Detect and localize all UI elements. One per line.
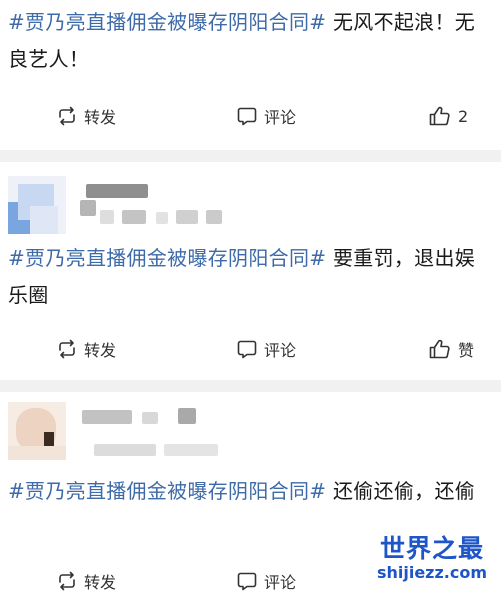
repost-label: 转发 bbox=[84, 341, 117, 360]
repost-icon bbox=[56, 338, 78, 360]
comment-label: 评论 bbox=[264, 108, 297, 127]
comment-label: 评论 bbox=[264, 341, 297, 360]
blurred-username[interactable] bbox=[80, 406, 230, 436]
comment-icon bbox=[236, 105, 258, 127]
hashtag-link[interactable]: #贾乃亮直播佣金被曝存阴阳合同# bbox=[8, 10, 326, 34]
post-divider bbox=[0, 150, 501, 162]
like-button[interactable]: 赞 bbox=[428, 334, 474, 364]
repost-label: 转发 bbox=[84, 573, 117, 592]
watermark-url: shijiezz.com bbox=[376, 563, 488, 582]
post-text: #贾乃亮直播佣金被曝存阴阳合同# 还偷还偷，还偷 bbox=[8, 473, 493, 510]
repost-button[interactable]: 转发 bbox=[56, 334, 116, 364]
avatar[interactable] bbox=[8, 176, 66, 234]
like-count: 2 bbox=[458, 106, 469, 126]
watermark-title: 世界之最 bbox=[379, 534, 484, 563]
comment-button[interactable]: 评论 bbox=[236, 334, 296, 364]
comment-button[interactable]: 评论 bbox=[236, 566, 296, 596]
post-body: 还偷还偷，还偷 bbox=[326, 479, 476, 503]
hashtag-link[interactable]: #贾乃亮直播佣金被曝存阴阳合同# bbox=[8, 479, 326, 503]
site-watermark-logo: 世界之最 shijiezz.com bbox=[369, 528, 495, 588]
thumbs-up-icon bbox=[428, 338, 452, 360]
comment-icon bbox=[236, 570, 258, 592]
post-text: #贾乃亮直播佣金被曝存阴阳合同# 要重罚，退出娱乐圈 bbox=[8, 240, 493, 314]
hashtag-link[interactable]: #贾乃亮直播佣金被曝存阴阳合同# bbox=[8, 246, 326, 270]
repost-button[interactable]: 转发 bbox=[56, 101, 116, 131]
repost-button[interactable]: 转发 bbox=[56, 566, 116, 596]
like-label: 赞 bbox=[458, 341, 475, 360]
repost-label: 转发 bbox=[84, 108, 117, 127]
like-button[interactable]: 2 bbox=[428, 101, 468, 131]
blurred-post-meta bbox=[100, 206, 230, 228]
avatar[interactable] bbox=[8, 402, 66, 460]
weibo-post-1: #贾乃亮直播佣金被曝存阴阳合同# 无风不起浪！无良艺人！ 转发 评论 2 bbox=[0, 0, 501, 150]
repost-icon bbox=[56, 105, 78, 127]
thumbs-up-icon bbox=[428, 105, 452, 127]
weibo-post-2: #贾乃亮直播佣金被曝存阴阳合同# 要重罚，退出娱乐圈 转发 评论 赞 bbox=[0, 162, 501, 380]
repost-icon bbox=[56, 570, 78, 592]
post-actions: 转发 评论 赞 bbox=[0, 334, 501, 364]
comment-label: 评论 bbox=[264, 573, 297, 592]
blurred-post-meta bbox=[94, 440, 234, 462]
post-actions: 转发 评论 2 bbox=[0, 101, 501, 131]
comment-button[interactable]: 评论 bbox=[236, 101, 296, 131]
post-text: #贾乃亮直播佣金被曝存阴阳合同# 无风不起浪！无良艺人！ bbox=[8, 4, 493, 78]
comment-icon bbox=[236, 338, 258, 360]
post-divider bbox=[0, 380, 501, 392]
